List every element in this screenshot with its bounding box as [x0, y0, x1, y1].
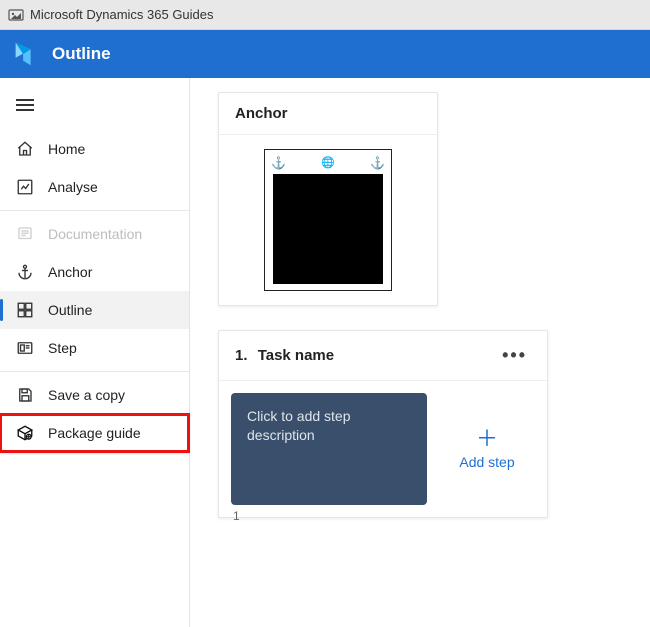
- sidebar-item-label: Analyse: [48, 179, 98, 195]
- qr-code-icon: [272, 174, 384, 284]
- anchor-mini-icon: ⚓: [370, 156, 385, 170]
- task-card: 1. Task name ••• Click to add step descr…: [218, 330, 548, 518]
- add-step-button[interactable]: ＋ Add step: [439, 393, 535, 505]
- package-icon: [16, 424, 34, 442]
- hamburger-button[interactable]: [0, 88, 189, 122]
- sidebar-item-package-guide[interactable]: Package guide: [0, 414, 189, 452]
- sidebar-item-label: Step: [48, 340, 77, 356]
- app-header: Outline: [0, 30, 650, 78]
- page-title: Outline: [52, 44, 111, 64]
- sidebar-item-label: Anchor: [48, 264, 92, 280]
- sidebar-item-step[interactable]: Step: [0, 329, 189, 367]
- sidebar-item-home[interactable]: Home: [0, 130, 189, 168]
- more-options-button[interactable]: •••: [498, 343, 531, 368]
- task-title[interactable]: 1. Task name: [235, 347, 334, 364]
- sidebar-item-analyse[interactable]: Analyse: [0, 168, 189, 206]
- analyse-icon: [16, 178, 34, 196]
- sidebar-item-label: Package guide: [48, 425, 141, 441]
- sidebar-item-label: Home: [48, 141, 85, 157]
- step-number: 1: [233, 509, 240, 523]
- home-icon: [16, 140, 34, 158]
- step-description-placeholder[interactable]: Click to add step description: [231, 393, 427, 505]
- plus-icon: ＋: [476, 428, 498, 450]
- step-icon: [16, 339, 34, 357]
- add-step-label: Add step: [459, 454, 514, 470]
- sidebar-item-label: Save a copy: [48, 387, 125, 403]
- anchor-icon: [16, 263, 34, 281]
- app-icon: [8, 7, 24, 23]
- anchor-mini-icon: ⚓: [271, 156, 286, 170]
- sidebar: Home Analyse Documentation Anchor: [0, 78, 190, 627]
- documentation-icon: [16, 225, 34, 243]
- window-titlebar: Microsoft Dynamics 365 Guides: [0, 0, 650, 30]
- globe-mini-icon: 🌐: [321, 156, 335, 170]
- save-icon: [16, 386, 34, 404]
- app-title: Microsoft Dynamics 365 Guides: [30, 7, 214, 22]
- sidebar-item-outline[interactable]: Outline: [0, 291, 189, 329]
- sidebar-item-label: Documentation: [48, 226, 142, 242]
- dynamics-logo-icon: [10, 39, 40, 69]
- step-card[interactable]: Click to add step description 1: [231, 393, 427, 505]
- sidebar-item-documentation: Documentation: [0, 215, 189, 253]
- sidebar-item-anchor[interactable]: Anchor: [0, 253, 189, 291]
- anchor-preview: ⚓ 🌐 ⚓: [264, 149, 392, 291]
- anchor-card-title: Anchor: [219, 93, 437, 135]
- main-content: Anchor ⚓ 🌐 ⚓: [190, 78, 650, 627]
- sidebar-item-save-a-copy[interactable]: Save a copy: [0, 376, 189, 414]
- sidebar-item-label: Outline: [48, 302, 92, 318]
- anchor-card[interactable]: Anchor ⚓ 🌐 ⚓: [218, 92, 438, 306]
- outline-icon: [16, 301, 34, 319]
